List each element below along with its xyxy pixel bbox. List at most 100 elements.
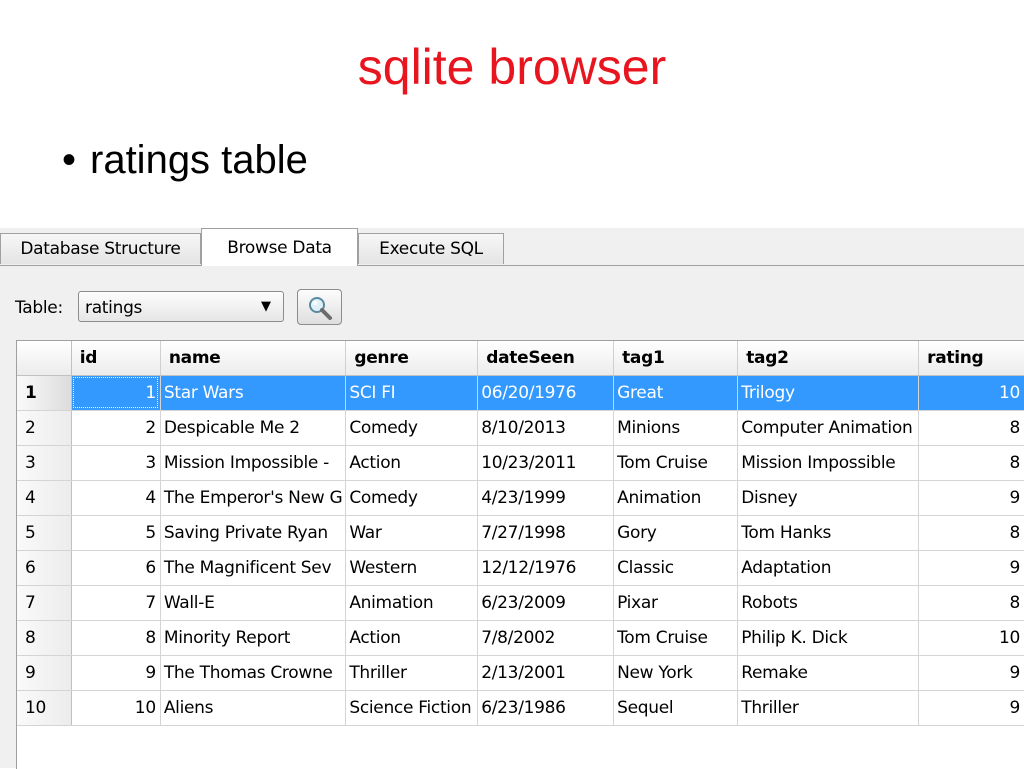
row-number[interactable]: 8 (17, 620, 72, 656)
cell-tag1[interactable]: Great (613, 375, 739, 411)
cell-name[interactable]: Mission Impossible - (160, 445, 347, 481)
tab-execute-sql[interactable]: Execute SQL (358, 233, 504, 264)
cell-name[interactable]: Star Wars (160, 375, 347, 411)
column-header-dateseen[interactable]: dateSeen (477, 341, 615, 376)
cell-id[interactable]: 1 (71, 375, 161, 411)
cell-tag1[interactable]: Tom Cruise (613, 445, 739, 481)
cell-tag2[interactable]: Mission Impossible (737, 445, 920, 481)
row-number[interactable]: 5 (17, 515, 72, 551)
tab-database-structure[interactable]: Database Structure (0, 233, 201, 264)
cell-tag2[interactable]: Robots (737, 585, 920, 621)
search-button[interactable] (297, 289, 342, 325)
cell-tag1[interactable]: Sequel (613, 690, 739, 726)
cell-rating[interactable]: 9 (918, 550, 1024, 586)
table-row[interactable]: 1 1 Star Wars SCI FI 06/20/1976 Great Trilogy 1… (17, 375, 1024, 411)
cell-dateseen[interactable]: 4/23/1999 (477, 480, 615, 516)
cell-genre[interactable]: Comedy (345, 410, 479, 446)
table-row[interactable]: 3 3 Mission Impossible - Action 10/23/2011 To… (17, 445, 1024, 481)
table-row[interactable]: 7 7 Wall-E Animation 6/23/2009 Pixar Robots 8 (17, 585, 1024, 621)
row-number[interactable]: 9 (17, 655, 72, 691)
cell-genre[interactable]: Action (345, 445, 479, 481)
cell-tag1[interactable]: Classic (613, 550, 739, 586)
row-number[interactable]: 4 (17, 480, 72, 516)
cell-tag1[interactable]: Gory (613, 515, 739, 551)
cell-id[interactable]: 4 (71, 480, 161, 516)
cell-genre[interactable]: War (345, 515, 479, 551)
cell-name[interactable]: Despicable Me 2 (160, 410, 347, 446)
corner-cell[interactable] (17, 341, 72, 376)
cell-tag2[interactable]: Computer Animation (737, 410, 920, 446)
cell-tag1[interactable]: Animation (613, 480, 739, 516)
cell-dateseen[interactable]: 8/10/2013 (477, 410, 615, 446)
cell-tag1[interactable]: Pixar (613, 585, 739, 621)
cell-rating[interactable]: 9 (918, 655, 1024, 691)
cell-name[interactable]: Minority Report (160, 620, 347, 656)
column-header-id[interactable]: id (71, 341, 161, 376)
cell-dateseen[interactable]: 6/23/1986 (477, 690, 615, 726)
cell-genre[interactable]: Animation (345, 585, 479, 621)
cell-dateseen[interactable]: 06/20/1976 (477, 375, 615, 411)
data-grid[interactable]: id name genre dateSeen tag1 tag2 rating … (16, 340, 1024, 769)
cell-rating[interactable]: 8 (918, 515, 1024, 551)
cell-id[interactable]: 7 (71, 585, 161, 621)
cell-dateseen[interactable]: 7/27/1998 (477, 515, 615, 551)
cell-id[interactable]: 10 (71, 690, 161, 726)
cell-id[interactable]: 2 (71, 410, 161, 446)
cell-tag2[interactable]: Trilogy (737, 375, 920, 411)
cell-dateseen[interactable]: 12/12/1976 (477, 550, 615, 586)
cell-tag1[interactable]: Minions (613, 410, 739, 446)
table-row[interactable]: 2 2 Despicable Me 2 Comedy 8/10/2013 Minions C… (17, 410, 1024, 446)
cell-dateseen[interactable]: 2/13/2001 (477, 655, 615, 691)
column-header-tag2[interactable]: tag2 (737, 341, 920, 376)
cell-id[interactable]: 5 (71, 515, 161, 551)
cell-id[interactable]: 3 (71, 445, 161, 481)
cell-name[interactable]: Aliens (160, 690, 347, 726)
cell-dateseen[interactable]: 7/8/2002 (477, 620, 615, 656)
cell-rating[interactable]: 10 (918, 375, 1024, 411)
cell-rating[interactable]: 9 (918, 480, 1024, 516)
table-row[interactable]: 10 10 Aliens Science Fiction 6/23/1986 Sequel… (17, 690, 1024, 726)
cell-rating[interactable]: 10 (918, 620, 1024, 656)
cell-name[interactable]: The Magnificent Sev (160, 550, 347, 586)
row-number[interactable]: 2 (17, 410, 72, 446)
cell-name[interactable]: The Thomas Crowne (160, 655, 347, 691)
table-row[interactable]: 9 9 The Thomas Crowne Thriller 2/13/2001 New … (17, 655, 1024, 691)
table-row[interactable]: 4 4 The Emperor's New G Comedy 4/23/1999 Anim… (17, 480, 1024, 516)
cell-tag2[interactable]: Remake (737, 655, 920, 691)
column-header-name[interactable]: name (160, 341, 347, 376)
cell-tag2[interactable]: Tom Hanks (737, 515, 920, 551)
row-number[interactable]: 3 (17, 445, 72, 481)
cell-tag2[interactable]: Thriller (737, 690, 920, 726)
cell-tag1[interactable]: Tom Cruise (613, 620, 739, 656)
cell-rating[interactable]: 8 (918, 445, 1024, 481)
table-select[interactable]: ratings ▼ (78, 291, 284, 322)
cell-name[interactable]: The Emperor's New G (160, 480, 347, 516)
cell-rating[interactable]: 8 (918, 585, 1024, 621)
column-header-rating[interactable]: rating (918, 341, 1024, 376)
cell-tag2[interactable]: Adaptation (737, 550, 920, 586)
cell-id[interactable]: 9 (71, 655, 161, 691)
cell-genre[interactable]: SCI FI (345, 375, 479, 411)
cell-rating[interactable]: 8 (918, 410, 1024, 446)
cell-genre[interactable]: Thriller (345, 655, 479, 691)
row-number[interactable]: 1 (17, 375, 72, 411)
cell-genre[interactable]: Comedy (345, 480, 479, 516)
column-header-tag1[interactable]: tag1 (613, 341, 739, 376)
tab-browse-data[interactable]: Browse Data (201, 228, 358, 266)
cell-dateseen[interactable]: 6/23/2009 (477, 585, 615, 621)
cell-genre[interactable]: Action (345, 620, 479, 656)
cell-tag2[interactable]: Philip K. Dick (737, 620, 920, 656)
cell-dateseen[interactable]: 10/23/2011 (477, 445, 615, 481)
cell-genre[interactable]: Western (345, 550, 479, 586)
cell-genre[interactable]: Science Fiction (345, 690, 479, 726)
row-number[interactable]: 6 (17, 550, 72, 586)
column-header-genre[interactable]: genre (345, 341, 479, 376)
table-row[interactable]: 6 6 The Magnificent Sev Western 12/12/1976 Cl… (17, 550, 1024, 586)
cell-tag2[interactable]: Disney (737, 480, 920, 516)
cell-rating[interactable]: 9 (918, 690, 1024, 726)
cell-name[interactable]: Saving Private Ryan (160, 515, 347, 551)
cell-tag1[interactable]: New York (613, 655, 739, 691)
table-row[interactable]: 5 5 Saving Private Ryan War 7/27/1998 Gory Tom… (17, 515, 1024, 551)
row-number[interactable]: 7 (17, 585, 72, 621)
cell-name[interactable]: Wall-E (160, 585, 347, 621)
